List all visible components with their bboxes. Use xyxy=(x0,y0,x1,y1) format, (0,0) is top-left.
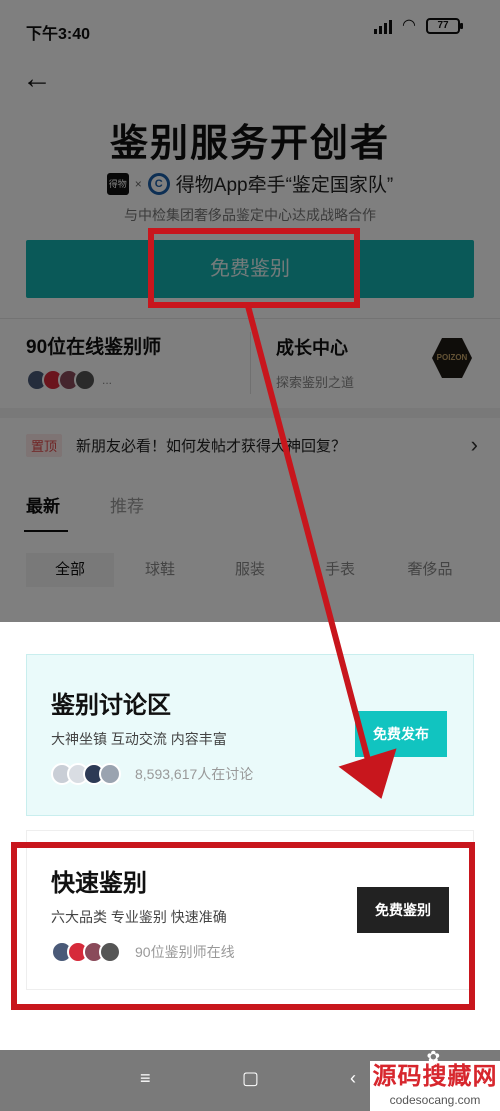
discussion-count: 8,593,617人在讨论 xyxy=(135,766,254,782)
app-screen: 下午3:40 ◠ 77 ← 鉴别服务开创者 得物 × C 得物App牵手“鉴定国… xyxy=(0,0,500,1111)
free-post-button[interactable]: 免费发布 xyxy=(355,711,447,757)
avatar xyxy=(99,763,121,785)
watermark-url: codesocang.com xyxy=(389,1093,481,1107)
dim-overlay[interactable] xyxy=(0,0,500,622)
menu-icon[interactable]: ≡ xyxy=(140,1068,151,1089)
discussion-card[interactable]: 鉴别讨论区 大神坐镇 互动交流 内容丰富 8,593,617人在讨论 免费发布 xyxy=(26,654,474,816)
nav-back-icon[interactable]: ‹ xyxy=(350,1068,356,1089)
site-watermark: 源码搜藏网 codesocang.com xyxy=(370,1061,500,1111)
card-meta: 8,593,617人在讨论 xyxy=(51,763,253,785)
card-title: 鉴别讨论区 xyxy=(51,692,171,719)
highlight-box xyxy=(11,842,475,1010)
home-icon[interactable]: ▢ xyxy=(242,1068,259,1089)
highlight-box xyxy=(148,228,360,308)
card-description: 大神坐镇 互动交流 内容丰富 xyxy=(51,731,227,747)
avatar-stack xyxy=(51,763,121,785)
watermark-title: 源码搜藏网 xyxy=(372,1063,498,1090)
